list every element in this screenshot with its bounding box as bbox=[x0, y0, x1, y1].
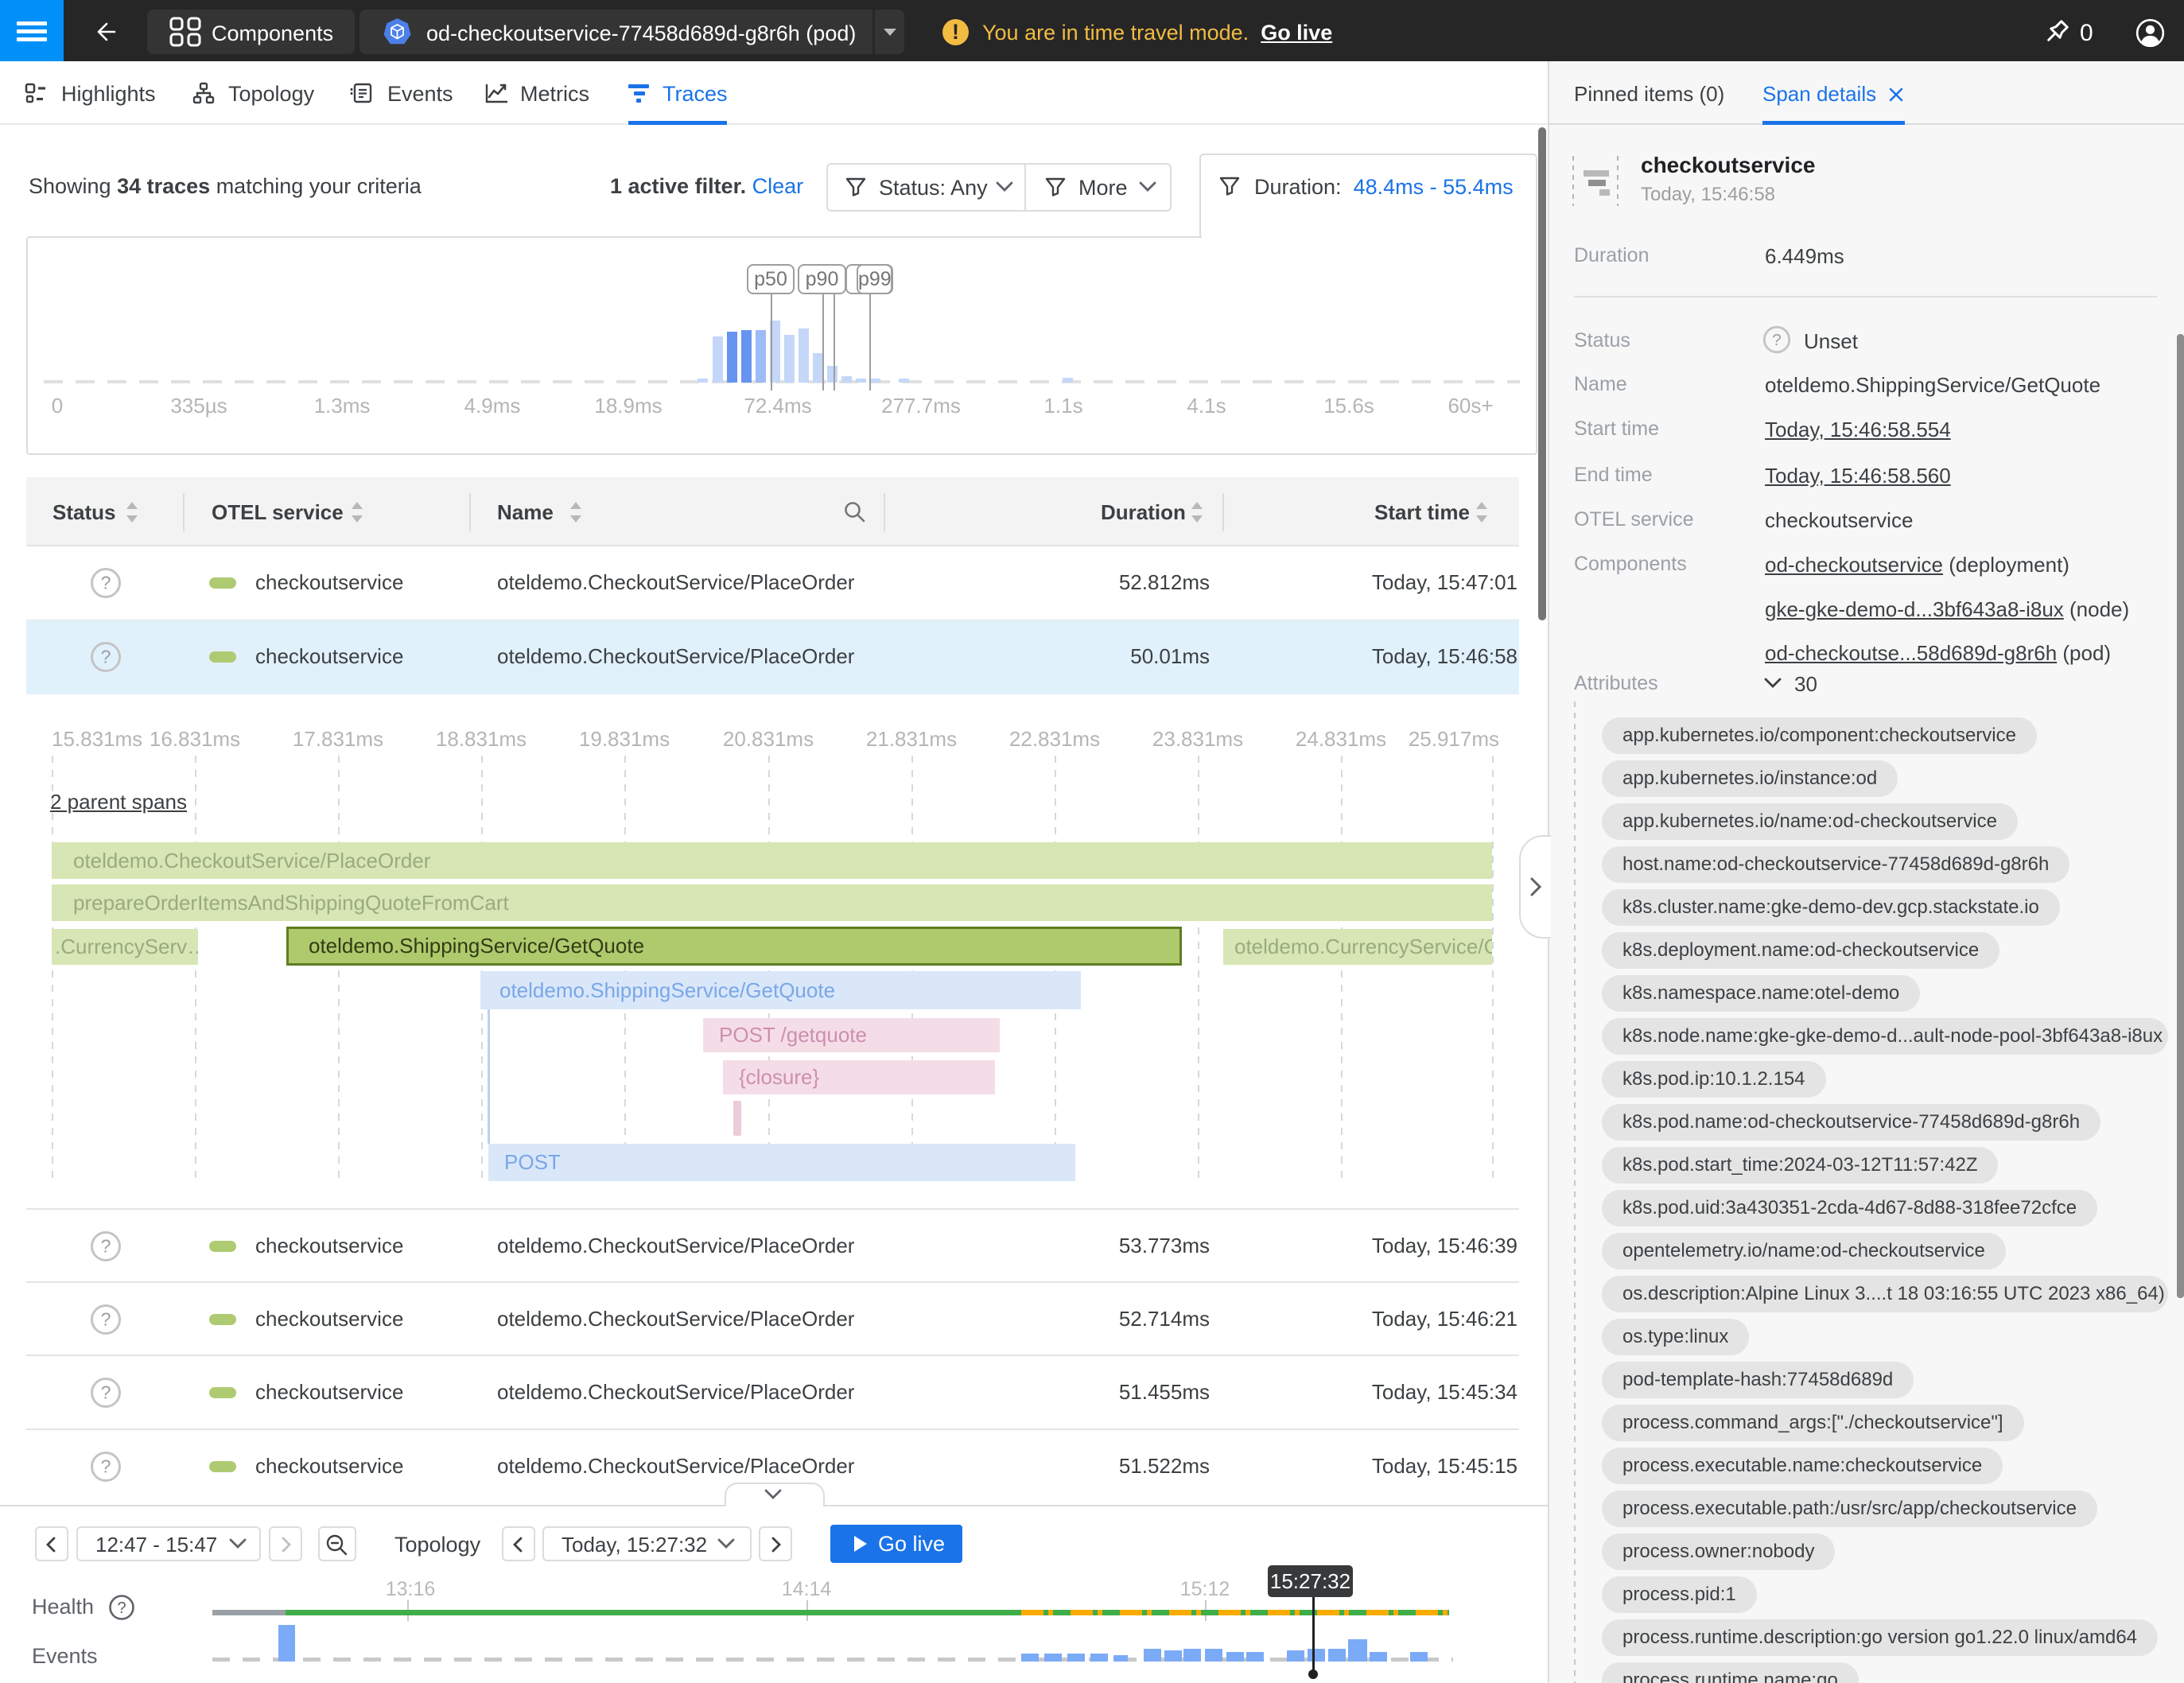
svg-text:?: ? bbox=[101, 573, 111, 593]
svg-text:?: ? bbox=[117, 1599, 126, 1617]
svg-text:?: ? bbox=[101, 1456, 111, 1477]
svg-text:?: ? bbox=[101, 1382, 111, 1403]
svg-text:?: ? bbox=[101, 647, 111, 667]
svg-text:?: ? bbox=[101, 1236, 111, 1257]
svg-text:?: ? bbox=[101, 1309, 111, 1330]
svg-text:?: ? bbox=[1772, 331, 1782, 349]
